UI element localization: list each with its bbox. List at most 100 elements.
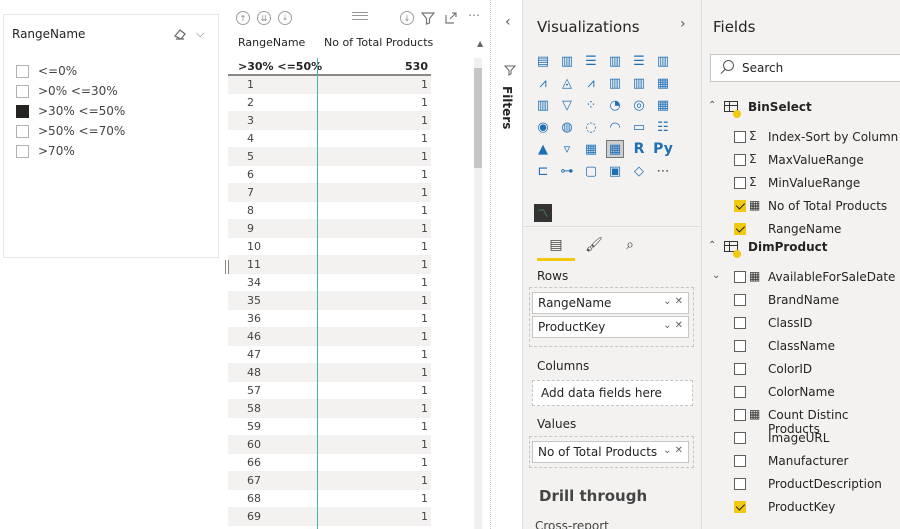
field-item[interactable]: Σ MaxValueRange <box>702 150 900 172</box>
donut-icon[interactable]: ◎ <box>630 96 648 114</box>
more-options-icon[interactable]: ⋯ <box>468 8 480 22</box>
field-item[interactable]: Σ Index-Sort by Column <box>702 127 900 149</box>
more-visuals-icon[interactable]: ⋯ <box>654 162 672 180</box>
field-checkbox[interactable] <box>734 455 746 467</box>
kpi-icon[interactable]: ▲ <box>534 140 552 158</box>
table-row[interactable]: 11 <box>228 76 431 94</box>
custom-visual-icon[interactable]: 〽 <box>534 204 552 222</box>
line-column-icon[interactable]: ▥ <box>606 74 624 92</box>
field-item[interactable]: Σ MinValueRange <box>702 173 900 195</box>
field-checkbox[interactable] <box>734 386 746 398</box>
filters-pane[interactable]: ‹ Filters <box>496 0 523 529</box>
field-chevron-close-icon[interactable]: ⌄ ✕ <box>663 296 683 307</box>
field-checkbox[interactable] <box>734 200 746 212</box>
scrollbar-thumb[interactable] <box>474 68 482 168</box>
stacked-column-icon[interactable]: ▥ <box>558 52 576 70</box>
table-row[interactable]: 68 1 <box>228 490 431 508</box>
stacked-bar-icon[interactable]: ▤ <box>534 52 552 70</box>
focus-mode-icon[interactable] <box>444 11 458 25</box>
rows-field-rangename[interactable]: RangeName ⌄ ✕ <box>532 292 689 314</box>
field-checkbox[interactable] <box>734 131 746 143</box>
slicer-option[interactable]: >70% <box>16 142 75 160</box>
table-row[interactable]: 51 <box>228 148 431 166</box>
filter-icon[interactable] <box>421 11 435 25</box>
scatter-icon[interactable]: ⁘ <box>582 96 600 114</box>
slicer-option[interactable]: >30% <=50% <box>16 102 125 120</box>
field-chevron-close-icon[interactable]: ⌄ ✕ <box>663 320 683 331</box>
analytics-icon[interactable]: ⌕ <box>618 234 642 256</box>
table-row[interactable]: 58 1 <box>228 400 431 418</box>
decomposition-tree-icon[interactable]: ⊶ <box>558 162 576 180</box>
field-item[interactable]: ColorName <box>702 382 900 404</box>
field-checkbox[interactable] <box>734 478 746 490</box>
qna-icon[interactable]: ▢ <box>582 162 600 180</box>
gauge-icon[interactable]: ◠ <box>606 118 624 136</box>
field-table-dimproduct[interactable]: ⌃ DimProduct <box>702 237 900 259</box>
chevron-right-icon[interactable]: › <box>680 16 686 32</box>
columns-well[interactable]: Add data fields here <box>532 380 693 406</box>
slicer-option[interactable]: >50% <=70% <box>16 122 125 140</box>
field-item[interactable]: ▦ Count Distinc Products <box>702 405 900 436</box>
table-row[interactable]: 57 1 <box>228 382 431 400</box>
stacked-area-icon[interactable]: ⩘ <box>582 74 600 92</box>
field-table-binselect[interactable]: ⌃ BinSelect <box>702 97 900 119</box>
python-visual-icon[interactable]: Py <box>653 140 673 158</box>
multirow-card-icon[interactable]: ☷ <box>654 118 672 136</box>
line-chart-icon[interactable]: ⩘ <box>534 74 552 92</box>
drill-down-all-icon[interactable]: ⇊ <box>257 11 271 25</box>
table-row[interactable]: 35 1 <box>228 292 431 310</box>
slicer-checkbox[interactable] <box>16 104 29 118</box>
table-row[interactable]: 46 1 <box>228 328 431 346</box>
key-influencers-icon[interactable]: ⊏ <box>534 162 552 180</box>
drill-mode-icon[interactable]: ↓ <box>400 11 414 25</box>
table-row[interactable]: 10 1 <box>228 238 431 256</box>
field-checkbox[interactable] <box>734 432 746 444</box>
table-row[interactable]: 71 <box>228 184 431 202</box>
100-stacked-column-icon[interactable]: ▥ <box>654 52 672 70</box>
field-item[interactable]: Manufacturer <box>702 451 900 473</box>
column-header-count[interactable]: No of Total Products <box>324 36 433 49</box>
table-row[interactable]: 34 1 <box>228 274 431 292</box>
expand-next-level-icon[interactable]: ⤓ <box>278 11 292 25</box>
field-checkbox[interactable] <box>734 409 746 421</box>
funnel-icon[interactable]: ▽ <box>558 96 576 114</box>
table-row[interactable]: 91 <box>228 220 431 238</box>
table-row[interactable]: 66 1 <box>228 454 431 472</box>
shape-icon[interactable]: ◇ <box>630 162 648 180</box>
chevron-down-icon[interactable]: ⌵ <box>196 27 204 41</box>
eraser-icon[interactable] <box>173 28 187 40</box>
100-stacked-bar-icon[interactable]: ☰ <box>630 52 648 70</box>
field-checkbox[interactable] <box>734 317 746 329</box>
slicer-checkbox[interactable] <box>16 84 29 98</box>
field-checkbox[interactable] <box>734 177 746 189</box>
slicer-checkbox[interactable] <box>16 144 29 158</box>
field-checkbox[interactable] <box>734 340 746 352</box>
table-row[interactable]: 81 <box>228 202 431 220</box>
format-paint-icon[interactable]: 🖌 <box>582 234 606 256</box>
rows-field-productkey[interactable]: ProductKey ⌄ ✕ <box>532 316 689 338</box>
table-row[interactable]: 47 1 <box>228 346 431 364</box>
field-item[interactable]: ImageURL <box>702 428 900 450</box>
field-item[interactable]: ▦ No of Total Products <box>702 196 900 218</box>
table-visual[interactable]: ↑ ⇊ ⤓ ↓ ⋯ RangeName No of Total Products… <box>228 8 486 529</box>
line-clustered-icon[interactable]: ▥ <box>630 74 648 92</box>
chevron-down-icon[interactable]: ⌄ <box>712 270 720 281</box>
pie-icon[interactable]: ◔ <box>606 96 624 114</box>
chevron-up-icon[interactable]: ⌃ <box>708 100 716 111</box>
field-item[interactable]: ⌄ ▦ AvailableForSaleDate <box>702 267 900 289</box>
table-row[interactable]: 31 <box>228 112 431 130</box>
field-item[interactable]: ColorID <box>702 359 900 381</box>
filled-map-icon[interactable]: ◍ <box>558 118 576 136</box>
table-row[interactable]: 48 1 <box>228 364 431 382</box>
field-checkbox[interactable] <box>734 154 746 166</box>
matrix-icon[interactable]: ▦ <box>606 140 624 158</box>
sort-caret-icon[interactable]: ▲ <box>477 39 483 48</box>
table-row[interactable]: 60 1 <box>228 436 431 454</box>
clustered-bar-icon[interactable]: ☰ <box>582 52 600 70</box>
total-row[interactable]: >30% <=50% 530 <box>228 58 431 76</box>
slicer-icon[interactable]: ▿ <box>558 140 576 158</box>
chevron-left-icon[interactable]: ‹ <box>505 14 511 30</box>
area-chart-icon[interactable]: ◬ <box>558 74 576 92</box>
drag-handle-icon[interactable] <box>352 12 368 20</box>
shape-map-icon[interactable]: ◌ <box>582 118 600 136</box>
